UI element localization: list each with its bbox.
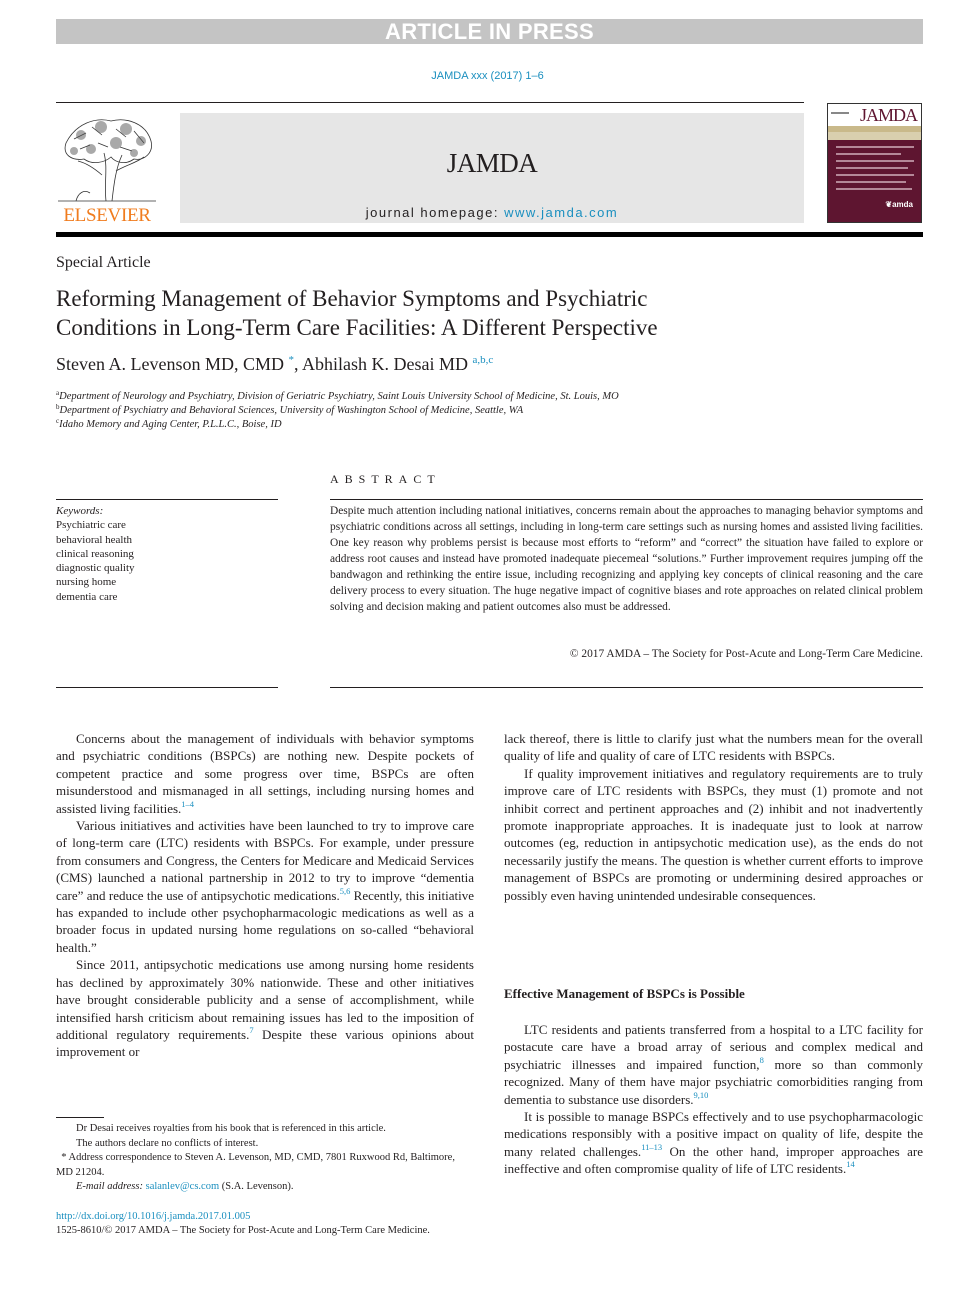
reference-link[interactable]: 1–4 (181, 799, 194, 809)
section-heading: Effective Management of BSPCs is Possibl… (504, 986, 745, 1001)
footnotes: Dr Desai receives royalties from his boo… (56, 1122, 474, 1195)
keyword: clinical reasoning (56, 547, 134, 560)
article-title: Reforming Management of Behavior Symptom… (56, 284, 776, 342)
journal-homepage: journal homepage: www.jamda.com (180, 205, 804, 220)
abstract-heading: ABSTRACT (330, 472, 441, 486)
reference-link[interactable]: 5,6 (340, 886, 351, 896)
keyword: nursing home (56, 576, 117, 589)
cover-toc-line (836, 146, 914, 148)
keyword: behavioral health (56, 533, 133, 546)
affiliation-text: Idaho Memory and Aging Center, P.L.L.C.,… (59, 419, 282, 430)
cover-title: JAMDA (859, 105, 918, 125)
journal-cover-thumbnail[interactable]: JAMDA ❦amda (827, 103, 922, 223)
paragraph-text: Concerns about the management of individ… (56, 731, 474, 816)
footnote-rule (56, 1117, 104, 1118)
cover-toc-line (836, 153, 901, 155)
author-name: Steven A. Levenson MD, CMD (56, 354, 284, 374)
cover-band-light (828, 132, 921, 140)
body-paragraph: It is possible to manage BSPCs effective… (504, 1108, 923, 1178)
body-paragraph: lack thereof, there is little to clarify… (504, 731, 923, 764)
email-owner: (S.A. Levenson). (219, 1181, 294, 1192)
abstract-copyright: © 2017 AMDA – The Society for Post-Acute… (569, 648, 923, 660)
keywords-rule (56, 687, 278, 688)
article-in-press-banner: ARTICLE IN PRESS (56, 19, 923, 44)
abstract-text: Despite much attention including nationa… (330, 505, 923, 613)
footnote-email: E-mail address: salanlev@cs.com (S.A. Le… (56, 1180, 474, 1195)
abstract-rule (330, 687, 923, 688)
cover-toc-line (836, 174, 914, 176)
header-divider (56, 102, 804, 103)
body-paragraph: LTC residents and patients transferred f… (504, 1021, 923, 1108)
abstract-rule (330, 499, 923, 500)
affiliation-text: Department of Neurology and Psychiatry, … (59, 391, 619, 402)
keywords-rule (56, 499, 278, 500)
keyword: Psychiatric care (56, 519, 126, 532)
affiliation: aDepartment of Neurology and Psychiatry,… (56, 389, 619, 402)
issn-copyright: 1525-8610/© 2017 AMDA – The Society for … (56, 1225, 430, 1236)
keywords-label: Keywords: (56, 505, 104, 517)
elsevier-wordmark: ELSEVIER (63, 205, 151, 226)
cover-toc-line (836, 160, 914, 162)
affiliation: bDepartment of Psychiatry and Behavioral… (56, 403, 523, 416)
body-paragraph: Concerns about the management of individ… (56, 730, 474, 817)
author-affiliation-marks[interactable]: a,b,c (473, 354, 494, 366)
homepage-label: journal homepage: (365, 205, 505, 220)
email-link[interactable]: salanlev@cs.com (146, 1181, 220, 1192)
article-title-line: Conditions in Long-Term Care Facilities:… (56, 315, 658, 340)
author-separator: , (294, 354, 303, 374)
elsevier-tree-icon (58, 119, 156, 202)
footnote-disclosure: Dr Desai receives royalties from his boo… (76, 1123, 386, 1134)
cover-toc-line (836, 188, 912, 190)
footnote-correspondence: * Address correspondence to Steven A. Le… (56, 1151, 474, 1180)
doi-link[interactable]: http://dx.doi.org/10.1016/j.jamda.2017.0… (56, 1211, 250, 1222)
body-paragraph: Since 2011, antipsychotic medications us… (56, 956, 474, 1060)
keywords-list: Keywords: Psychiatric care behavioral he… (56, 504, 135, 604)
reference-link[interactable]: 11–13 (641, 1142, 662, 1152)
author-list: Steven A. Levenson MD, CMD *, Abhilash K… (56, 354, 493, 375)
article-title-line: Reforming Management of Behavior Symptom… (56, 286, 648, 311)
correspondence-text: Address correspondence to Steven A. Leve… (56, 1152, 455, 1178)
email-label: E-mail address: (76, 1181, 143, 1192)
keyword: diagnostic quality (56, 562, 135, 575)
section-body: LTC residents and patients transferred f… (504, 1021, 923, 1178)
cover-toc-line (836, 167, 908, 169)
journal-citation[interactable]: JAMDA xxx (2017) 1–6 (0, 70, 975, 82)
body-column-left: Concerns about the management of individ… (56, 730, 474, 1061)
keyword: dementia care (56, 590, 118, 603)
header-thick-rule (56, 232, 923, 237)
affiliation: cIdaho Memory and Aging Center, P.L.L.C.… (56, 417, 282, 430)
body-paragraph: If quality improvement initiatives and r… (504, 765, 923, 903)
cover-amda-logo: ❦amda (885, 200, 913, 209)
article-type: Special Article (56, 254, 151, 271)
footnote-conflicts: The authors declare no conflicts of inte… (76, 1137, 259, 1149)
reference-link[interactable]: 14 (846, 1159, 855, 1169)
body-column-right: lack thereof, there is little to clarify… (504, 730, 923, 904)
author-name: Abhilash K. Desai MD (302, 354, 468, 374)
journal-title: JAMDA (446, 148, 538, 178)
reference-link[interactable]: 9,10 (694, 1090, 709, 1100)
affiliation-text: Department of Psychiatry and Behavioral … (59, 405, 524, 416)
body-paragraph: Various initiatives and activities have … (56, 817, 474, 956)
cover-toc-line (836, 181, 906, 183)
cover-volume-line (831, 112, 849, 114)
homepage-link[interactable]: www.jamda.com (504, 205, 618, 220)
